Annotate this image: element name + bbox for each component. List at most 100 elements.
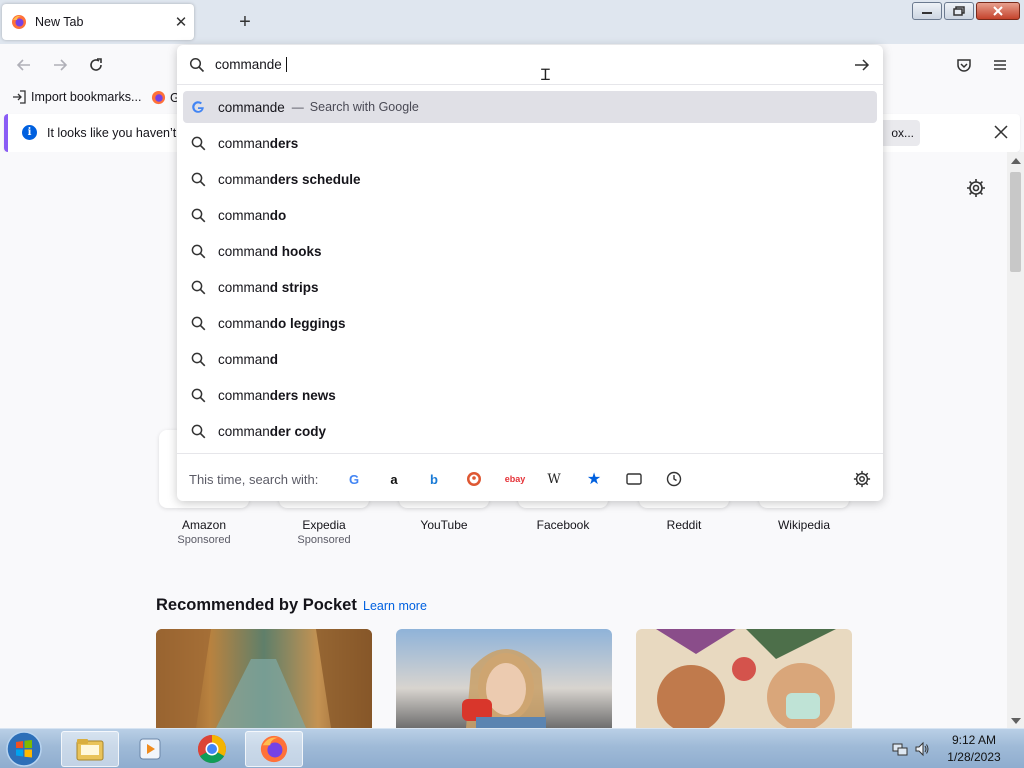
bing-engine-button[interactable]: b	[425, 470, 443, 488]
reload-icon	[90, 58, 102, 71]
address-bar-value: commande	[215, 57, 282, 72]
import-icon	[13, 90, 26, 104]
restore-icon	[953, 6, 965, 16]
taskbar-media-player[interactable]	[121, 731, 179, 767]
firefox-icon	[151, 90, 166, 105]
info-icon: i	[22, 125, 37, 140]
forward-arrow-icon	[54, 59, 68, 71]
tab-close-icon[interactable]: ✕	[170, 13, 192, 31]
suggestion-row[interactable]: command strips	[183, 271, 877, 303]
suggestion-query: commander cody	[218, 424, 326, 439]
amazon-engine-button[interactable]: a	[385, 470, 403, 488]
go-arrow-icon[interactable]	[853, 57, 871, 73]
new-tab-button[interactable]: +	[232, 9, 258, 35]
firefox-icon	[260, 735, 288, 763]
suggestion-typed: comman	[218, 387, 270, 403]
gear-icon[interactable]	[853, 470, 871, 488]
back-arrow-icon	[16, 59, 30, 71]
notification-text: It looks like you haven’t s	[47, 126, 186, 140]
firefox-icon	[12, 15, 26, 29]
tabs-engine-button[interactable]	[625, 470, 643, 488]
google-engine-button[interactable]: G	[345, 470, 363, 488]
minimize-button[interactable]	[912, 2, 942, 20]
start-button[interactable]	[4, 730, 44, 768]
ebay-engine-button[interactable]: ebay	[503, 470, 527, 488]
history-engine-button[interactable]	[665, 470, 683, 488]
story-image	[156, 629, 372, 728]
suggestion-completion: d strips	[269, 279, 319, 295]
menu-button[interactable]	[987, 52, 1013, 78]
search-icon	[190, 243, 206, 259]
google-icon: G	[348, 471, 360, 487]
pocket-section-title: Recommended by Pocket	[156, 596, 357, 614]
bookmark-label: Import bookmarks...	[31, 90, 142, 104]
top-site-name: YouTube	[420, 518, 468, 532]
taskbar-explorer[interactable]	[61, 731, 119, 767]
pocket-story-card[interactable]	[396, 629, 612, 728]
suggestion-completion: d hooks	[269, 243, 322, 259]
volume-icon[interactable]	[914, 741, 930, 757]
suggestion-completion: do leggings	[269, 315, 346, 331]
top-site-name: Amazon	[181, 518, 227, 532]
suggestion-completion: d	[269, 351, 279, 367]
address-bar-input[interactable]: commande	[215, 57, 287, 72]
reload-button[interactable]	[83, 52, 109, 78]
taskbar-chrome[interactable]	[183, 731, 241, 767]
ebay-icon: ebay	[504, 474, 526, 484]
scrollbar-thumb[interactable]	[1010, 172, 1021, 272]
top-site-name: Wikipedia	[777, 518, 831, 532]
suggestion-query: commando	[218, 208, 286, 223]
gear-icon[interactable]	[966, 178, 986, 198]
clock-date[interactable]: 1/28/2023	[940, 750, 1008, 764]
search-icon	[190, 315, 206, 331]
pocket-button[interactable]	[951, 52, 977, 78]
bookmark-getting-started[interactable]: G	[151, 90, 180, 105]
network-icon[interactable]	[892, 741, 908, 757]
close-icon[interactable]	[992, 123, 1010, 141]
scroll-up-arrow-icon[interactable]	[1011, 158, 1021, 164]
suggestion-query: commando leggings	[218, 316, 346, 331]
wikipedia-engine-button[interactable]: W	[545, 470, 563, 488]
duckduckgo-engine-button[interactable]	[465, 470, 483, 488]
suggestion-row[interactable]: commando	[183, 199, 877, 231]
pocket-story-card[interactable]	[636, 629, 852, 728]
address-bar[interactable]: commande Ɪ	[177, 45, 883, 85]
sponsored-label: Sponsored	[297, 534, 351, 546]
pocket-learn-more-link[interactable]: Learn more	[363, 599, 427, 613]
suggestion-row[interactable]: commanders	[183, 127, 877, 159]
story-image	[656, 629, 836, 728]
sponsored-label: Sponsored	[177, 534, 231, 546]
forward-button[interactable]	[47, 52, 73, 78]
notification-action-button[interactable]: ox...	[878, 120, 920, 146]
suggestion-row[interactable]: commander cody	[183, 415, 877, 447]
suggestion-row[interactable]: command	[183, 343, 877, 375]
top-site-name: Expedia	[302, 518, 346, 532]
suggestion-row[interactable]: commanders news	[183, 379, 877, 411]
search-icon	[189, 57, 205, 73]
suggestion-row[interactable]: commando leggings	[183, 307, 877, 339]
pocket-story-card[interactable]	[156, 629, 372, 728]
bookmarks-engine-button[interactable]: ★	[585, 470, 603, 488]
back-button[interactable]	[11, 52, 37, 78]
media-player-icon	[139, 738, 161, 760]
suggestion-typed: comman	[218, 171, 270, 187]
clock-time[interactable]: 9:12 AM	[944, 733, 1004, 747]
suggestion-row[interactable]: command hooks	[183, 235, 877, 267]
scroll-down-arrow-icon[interactable]	[1011, 718, 1021, 724]
one-off-label: This time, search with:	[189, 472, 319, 487]
tab-new-tab[interactable]: New Tab ✕	[2, 4, 194, 40]
taskbar-firefox[interactable]	[245, 731, 303, 767]
close-window-button[interactable]	[976, 2, 1020, 20]
suggestion-query: command	[218, 352, 278, 367]
page-scrollbar[interactable]	[1007, 152, 1024, 728]
suggestion-row[interactable]: commande — Search with Google	[183, 91, 877, 123]
bookmark-import[interactable]: Import bookmarks...	[12, 90, 141, 104]
suggestion-typed: comman	[218, 135, 270, 151]
restore-button[interactable]	[944, 2, 974, 20]
suggestion-row[interactable]: commanders schedule	[183, 163, 877, 195]
google-icon	[190, 99, 206, 115]
window-controls	[912, 2, 1020, 20]
suggestion-completion: do	[269, 207, 287, 223]
suggestion-query: command strips	[218, 280, 319, 295]
suggestion-completion: ders schedule	[269, 171, 361, 187]
